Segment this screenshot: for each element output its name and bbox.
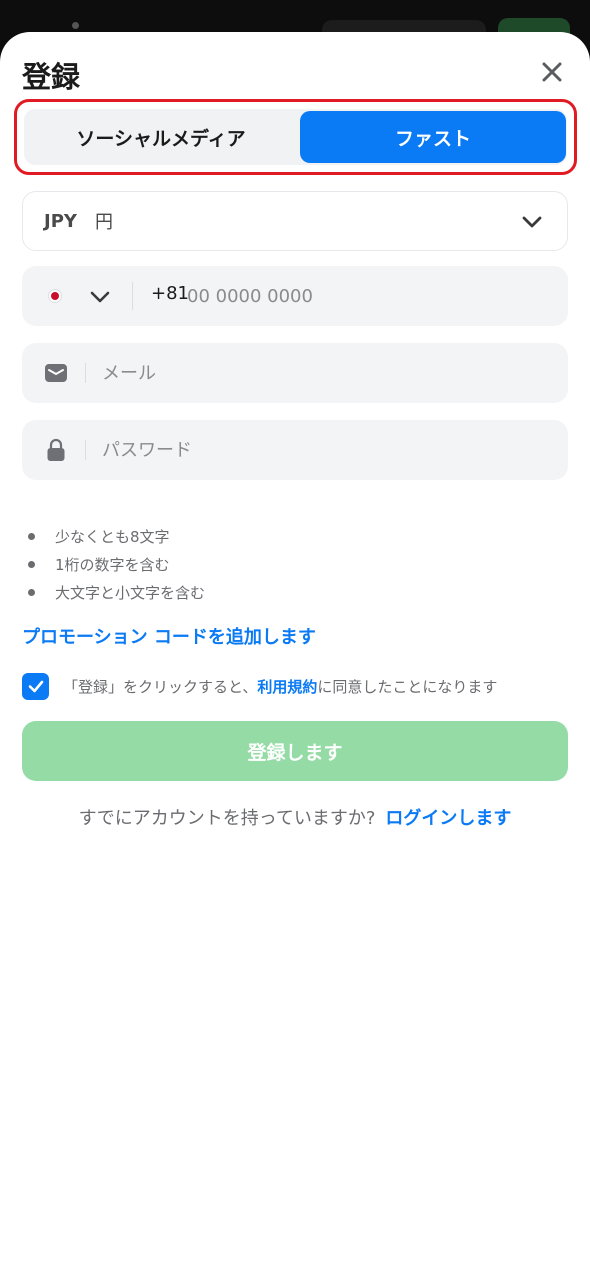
- tab-social-media[interactable]: ソーシャルメディア: [26, 111, 296, 163]
- rule-text: 大文字と小文字を含む: [55, 583, 206, 602]
- phone-divider: [132, 282, 133, 310]
- phone-field: +81: [22, 266, 568, 326]
- email-divider: [85, 363, 86, 383]
- currency-select[interactable]: JPY 円: [22, 191, 568, 251]
- agreement-suffix: に同意したことになります: [317, 677, 498, 696]
- login-prompt: すでにアカウントを持っていますか? ログインします: [0, 804, 590, 830]
- login-link[interactable]: ログインします: [385, 808, 511, 829]
- email-field: [22, 343, 568, 403]
- add-promo-code-link[interactable]: プロモーション コードを追加します: [22, 623, 316, 649]
- mail-icon: [45, 364, 67, 382]
- phone-prefix: +81: [151, 283, 189, 304]
- bullet: [28, 588, 35, 596]
- terms-checkbox[interactable]: [22, 672, 49, 700]
- terms-link[interactable]: 利用規約: [257, 678, 317, 696]
- tabs-highlight: ソーシャルメディア ファスト: [14, 99, 577, 175]
- close-icon: [542, 62, 562, 82]
- currency-symbol: 円: [94, 212, 113, 233]
- agreement-text: 「登録」をクリックすると、利用規約に同意したことになります: [63, 676, 497, 697]
- list-item: 少なくとも8文字: [28, 522, 205, 550]
- phone-input[interactable]: [187, 278, 547, 314]
- lock-icon: [47, 438, 65, 461]
- registration-sheet: 登録 ソーシャルメディア ファスト JPY 円 +81 00 0000 0000…: [0, 32, 590, 1280]
- password-input[interactable]: [102, 432, 542, 468]
- status-dot: [72, 22, 79, 29]
- check-icon: [28, 680, 43, 693]
- rule-text: 1桁の数字を含む: [55, 555, 170, 574]
- terms-agreement: 「登録」をクリックすると、利用規約に同意したことになります: [22, 672, 497, 700]
- bullet: [28, 560, 35, 568]
- register-button[interactable]: 登録します: [22, 721, 568, 781]
- password-rules: 少なくとも8文字 1桁の数字を含む 大文字と小文字を含む: [28, 522, 205, 606]
- chevron-down-icon: [522, 216, 542, 228]
- rule-text: 少なくとも8文字: [55, 527, 170, 546]
- login-prompt-text: すでにアカウントを持っていますか?: [78, 808, 376, 829]
- agreement-prefix: 「登録」をクリックすると、: [63, 677, 258, 696]
- list-item: 1桁の数字を含む: [28, 550, 205, 578]
- country-chevron-down-icon[interactable]: [90, 287, 110, 307]
- close-button[interactable]: [536, 56, 568, 88]
- bullet: [28, 532, 35, 540]
- tab-fast[interactable]: ファスト: [300, 111, 566, 163]
- password-field: [22, 420, 568, 480]
- currency-code: JPY: [44, 210, 77, 232]
- japan-flag-icon: [48, 289, 62, 303]
- email-input[interactable]: [102, 355, 542, 391]
- page-title: 登録: [22, 60, 81, 94]
- password-divider: [85, 440, 86, 460]
- registration-tabs: ソーシャルメディア ファスト: [24, 109, 567, 165]
- list-item: 大文字と小文字を含む: [28, 578, 205, 606]
